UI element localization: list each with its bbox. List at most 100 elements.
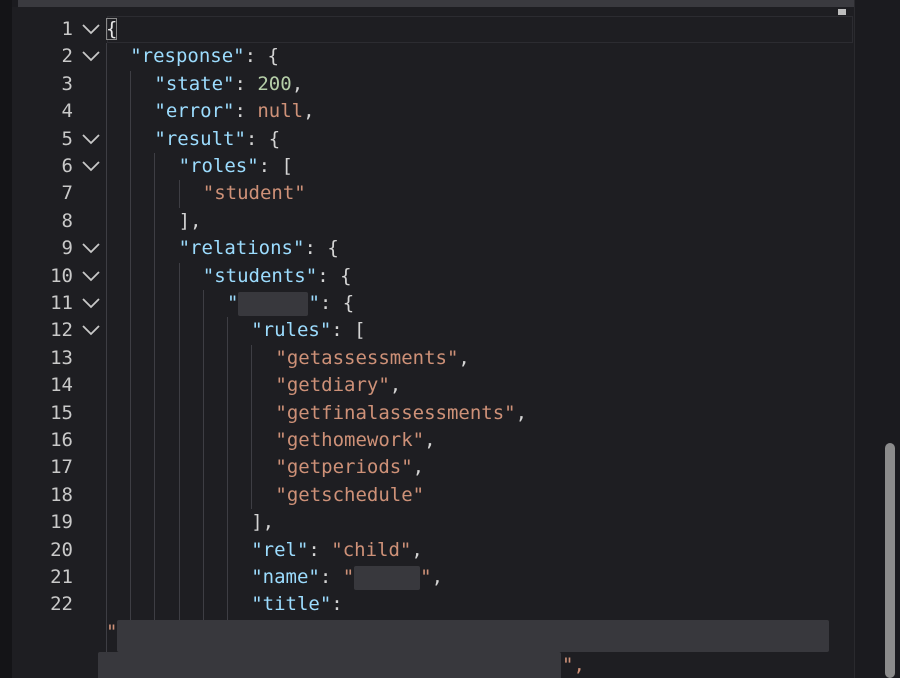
code-token: : { xyxy=(244,45,279,68)
line-number: 10 xyxy=(50,264,73,287)
code-token: ], xyxy=(178,209,202,232)
code-token: null xyxy=(257,100,304,123)
line-number: 22 xyxy=(50,593,73,616)
code-token: "result" xyxy=(154,127,246,150)
code-content: "gethomework", xyxy=(275,427,435,454)
code-token: , xyxy=(424,429,436,451)
code-token: : xyxy=(234,72,258,95)
code-line[interactable]: 7 "student" xyxy=(12,180,854,207)
code-line[interactable]: 3 "state": 200, xyxy=(12,71,854,98)
code-line[interactable]: 9 "relations": { xyxy=(12,235,854,262)
code-token: , xyxy=(412,456,425,479)
code-line[interactable]: 12 "rules": [ xyxy=(12,317,854,344)
code-line[interactable]: 15 "getfinalassessments", xyxy=(12,400,854,427)
code-line[interactable]: 18 "getschedule" xyxy=(12,482,854,509)
code-token: "relations" xyxy=(178,237,305,260)
code-token: "getassessments" xyxy=(275,346,459,369)
code-line[interactable]: 17 "getperiods", xyxy=(12,454,854,481)
code-line[interactable]: 11 " ": { xyxy=(12,290,854,317)
line-number: 5 xyxy=(61,127,73,150)
code-token: , xyxy=(411,538,423,561)
redacted-value xyxy=(354,565,421,590)
code-token: : { xyxy=(319,292,355,314)
line-number: 7 xyxy=(61,182,73,205)
redacted-value xyxy=(238,291,309,316)
code-token: "child" xyxy=(331,538,412,561)
code-line[interactable]: 22 "title": xyxy=(12,591,854,618)
code-line[interactable]: 4 "error": null, xyxy=(12,98,854,125)
code-line[interactable]: 13 "getassessments", xyxy=(12,345,854,372)
code-line[interactable]: 8], xyxy=(12,208,854,235)
code-line[interactable]: 6 "roles": [ xyxy=(12,153,854,180)
fold-chevron-icon[interactable] xyxy=(81,241,101,255)
fold-chevron-icon[interactable] xyxy=(81,323,101,337)
indent-guide xyxy=(106,43,107,674)
code-token: "gethomework" xyxy=(275,429,425,451)
code-content: "error": null, xyxy=(154,98,314,125)
code-content: ], xyxy=(251,509,274,536)
fold-chevron-icon[interactable] xyxy=(81,159,101,173)
code-line[interactable]: 1{ xyxy=(12,16,854,43)
fold-chevron-icon[interactable] xyxy=(81,296,101,310)
fold-chevron-icon[interactable] xyxy=(81,49,101,63)
indent-guide xyxy=(154,153,156,674)
code-content: "rel": "child", xyxy=(251,537,423,564)
fold-chevron-icon[interactable] xyxy=(81,22,101,36)
line-number: 14 xyxy=(50,374,73,397)
code-editor[interactable]: 1{2 "response": {3 "state": 200, 4 "error": … xyxy=(12,7,854,678)
line-number: 20 xyxy=(50,538,73,561)
code-token: "getschedule" xyxy=(275,483,425,506)
code-token: : [ xyxy=(258,155,293,177)
code-token: "response" xyxy=(130,45,245,68)
code-content: "rules": [ xyxy=(251,317,365,344)
line-number: 13 xyxy=(50,346,73,369)
activity-bar-edge xyxy=(0,0,12,678)
code-line[interactable]: 2 "response": { xyxy=(12,43,854,70)
indent-guide xyxy=(178,180,180,208)
code-token: : xyxy=(234,100,258,123)
code-content: "roles": [ xyxy=(179,153,293,180)
redacted-title-value-continued xyxy=(98,651,561,678)
code-token: , xyxy=(431,566,444,588)
code-token: : { xyxy=(304,237,339,260)
code-token: " xyxy=(308,292,320,314)
line-number: 11 xyxy=(50,292,73,314)
line-number: 17 xyxy=(50,456,73,479)
code-line[interactable]: 21 "name": " ", xyxy=(12,564,854,591)
line-number: 4 xyxy=(61,100,73,123)
code-line[interactable]: 19], xyxy=(12,509,854,536)
code-token: : { xyxy=(245,127,281,150)
line-number: 12 xyxy=(50,319,73,342)
fold-chevron-icon[interactable] xyxy=(81,269,101,283)
code-content: " ": { xyxy=(227,290,354,317)
code-content: "getfinalassessments", xyxy=(275,400,527,427)
indent-guide xyxy=(130,70,132,674)
code-line[interactable]: 14 "getdiary", xyxy=(12,372,854,399)
vertical-scrollbar-thumb[interactable] xyxy=(885,443,895,678)
fold-chevron-icon[interactable] xyxy=(81,132,101,146)
code-line[interactable]: 16 "gethomework", xyxy=(12,427,854,454)
code-token: "student" xyxy=(202,182,306,205)
code-content: "getassessments", xyxy=(275,345,469,372)
code-line[interactable]: 5 "result": { xyxy=(12,126,854,153)
code-token: " xyxy=(227,292,239,314)
code-token: : xyxy=(308,538,332,561)
line-number: 18 xyxy=(50,483,73,506)
code-token: : xyxy=(331,593,343,616)
code-token: " xyxy=(420,566,432,588)
code-token: { xyxy=(106,18,118,40)
code-content: "getperiods", xyxy=(275,454,424,481)
code-content: ], xyxy=(179,208,202,235)
code-token: " xyxy=(342,566,355,588)
indent-guide xyxy=(202,290,204,674)
code-token: , xyxy=(458,346,470,369)
code-content: { xyxy=(106,16,118,43)
indent-guide xyxy=(178,262,180,674)
line-number: 2 xyxy=(61,45,73,68)
code-line[interactable]: 20 "rel": "child", xyxy=(12,537,854,564)
code-content: "title": xyxy=(251,591,343,618)
code-line[interactable]: 10 "students": { xyxy=(12,263,854,290)
line-number: 9 xyxy=(61,237,73,260)
code-token: : xyxy=(319,566,343,588)
redacted-title-value xyxy=(117,619,829,652)
